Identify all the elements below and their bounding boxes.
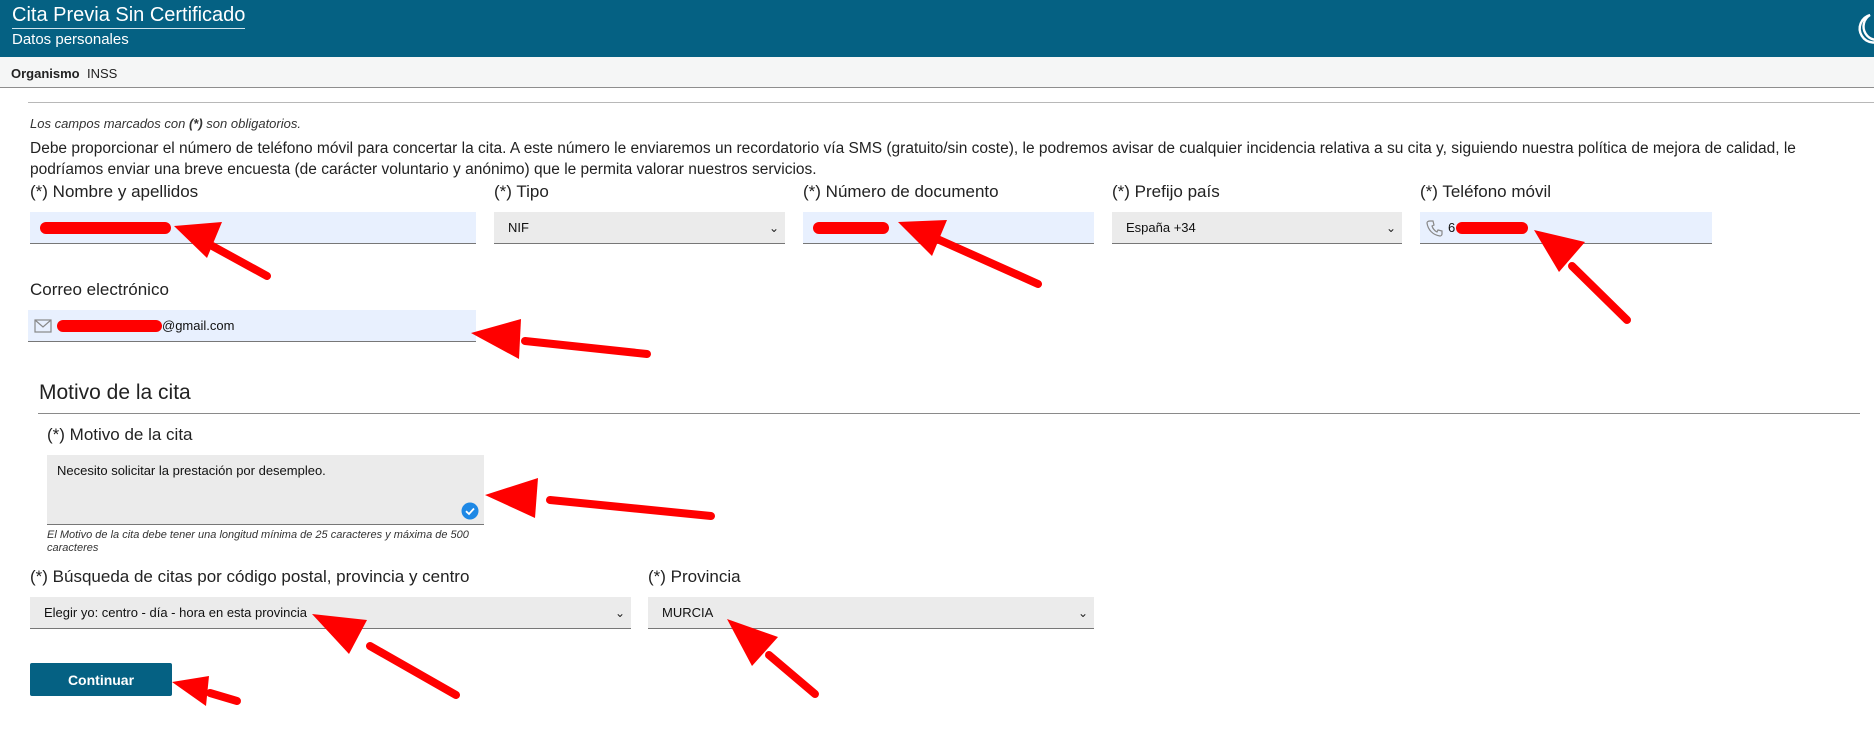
chevron-down-icon: ⌄ <box>1385 220 1396 235</box>
busqueda-label: (*) Búsqueda de citas por código postal,… <box>30 567 470 586</box>
redaction-mark <box>813 221 889 234</box>
organismo-label: Organismo <box>11 66 80 81</box>
telefono-label: (*) Teléfono móvil <box>1420 182 1552 201</box>
documento-input[interactable] <box>803 212 1094 244</box>
chevron-down-icon: ⌄ <box>768 220 779 235</box>
email-label: Correo electrónico <box>30 280 169 299</box>
redaction-mark <box>57 319 162 332</box>
redaction-mark <box>40 221 171 234</box>
email-suffix: @gmail.com <box>162 318 235 333</box>
nombre-input[interactable] <box>30 212 476 244</box>
annotation-arrows <box>172 220 1631 706</box>
prefijo-select[interactable]: España +34 ⌄ <box>1112 212 1402 244</box>
redaction-mark <box>1456 221 1529 234</box>
required-note: Los campos marcados con (*) son obligato… <box>30 116 301 131</box>
divider <box>38 413 1860 414</box>
motivo-hint: El Motivo de la cita debe tener una long… <box>47 529 469 554</box>
provincia-select[interactable]: MURCIA ⌄ <box>648 597 1094 629</box>
prefijo-label: (*) Prefijo país <box>1112 182 1220 201</box>
app-header <box>0 0 1874 57</box>
annotation-arrow <box>471 319 651 359</box>
prefijo-value: España +34 <box>1126 220 1196 235</box>
page-subtitle: Datos personales <box>12 31 129 48</box>
chevron-down-icon: ⌄ <box>1077 605 1088 620</box>
tipo-label: (*) Tipo <box>494 182 549 201</box>
section-title-motivo: Motivo de la cita <box>39 381 191 404</box>
continuar-button[interactable]: Continuar <box>30 663 172 696</box>
motivo-textarea[interactable]: Necesito solicitar la prestación por des… <box>47 455 484 525</box>
busqueda-select[interactable]: Elegir yo: centro - día - hora en esta p… <box>30 597 631 629</box>
email-input[interactable]: @gmail.com <box>28 310 476 342</box>
organismo-bar <box>0 57 1874 88</box>
phone-icon <box>1426 219 1443 237</box>
annotation-arrow <box>727 619 819 698</box>
provincia-value: MURCIA <box>662 605 714 620</box>
chevron-down-icon: ⌄ <box>614 605 625 620</box>
check-icon <box>461 502 479 520</box>
busqueda-value: Elegir yo: centro - día - hora en esta p… <box>44 605 308 620</box>
documento-label: (*) Número de documento <box>803 182 999 201</box>
motivo-label: (*) Motivo de la cita <box>47 425 193 444</box>
tipo-value: NIF <box>508 220 529 235</box>
tipo-select[interactable]: NIF ⌄ <box>494 212 785 244</box>
moon-icon[interactable] <box>1848 8 1874 48</box>
telefono-input[interactable]: 6 <box>1420 212 1712 244</box>
organismo-value: INSS <box>87 66 118 81</box>
app-title[interactable]: Cita Previa Sin Certificado <box>12 4 246 29</box>
envelope-icon <box>34 318 52 333</box>
annotation-arrow <box>485 478 715 520</box>
divider <box>28 102 1874 103</box>
nombre-label: (*) Nombre y apellidos <box>30 182 199 201</box>
sms-info-text: Debe proporcionar el número de teléfono … <box>30 140 1796 178</box>
telefono-prefix: 6 <box>1448 220 1456 235</box>
motivo-text: Necesito solicitar la prestación por des… <box>57 463 326 478</box>
provincia-label: (*) Provincia <box>648 567 741 586</box>
annotation-arrow <box>172 676 241 706</box>
